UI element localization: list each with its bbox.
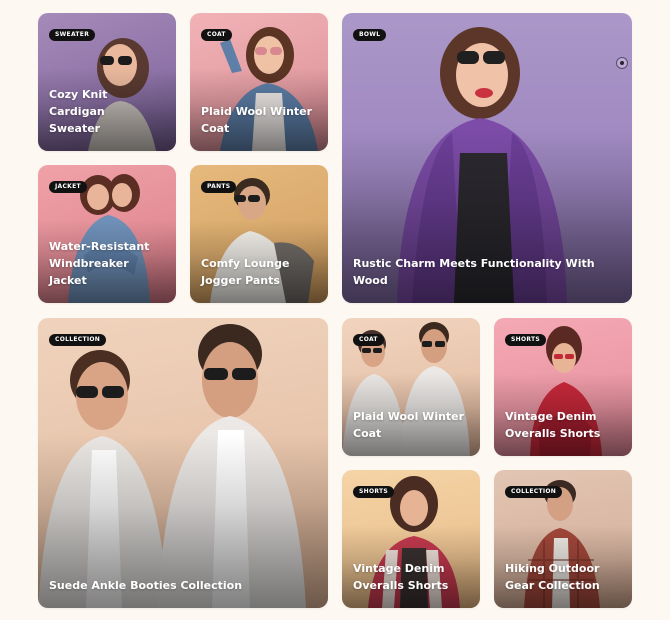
category-tag: PANTS (201, 181, 237, 193)
category-tag: COLLECTION (505, 486, 563, 498)
product-grid: SWEATER Cozy Knit Cardigan Sweater COAT … (0, 0, 670, 620)
card-title-line: Overalls Shorts (353, 579, 449, 592)
card-title-line: Rustic Charm Meets Functionality With Wo… (353, 257, 595, 287)
product-card-sweater[interactable]: SWEATER Cozy Knit Cardigan Sweater (38, 13, 176, 151)
category-tag: COLLECTION (49, 334, 107, 346)
category-tag: JACKET (49, 181, 87, 193)
card-title-line: Vintage Denim (505, 410, 597, 423)
card-title: Water-Resistant Windbreaker Jacket (49, 238, 166, 289)
card-title-line: Windbreaker Jacket (49, 257, 129, 287)
card-title: Hiking Outdoor Gear Collection (505, 560, 622, 594)
card-title: Plaid Wool Winter Coat (201, 103, 318, 137)
product-card-collection-featured[interactable]: COLLECTION Suede Ankle Booties Collectio… (38, 318, 328, 608)
category-tag: SHORTS (353, 486, 395, 498)
category-tag: SHORTS (505, 334, 547, 346)
card-title: Comfy Lounge Jogger Pants (201, 255, 318, 289)
card-title-line: Cozy Knit Cardigan (49, 88, 108, 118)
card-title-line: Suede Ankle Booties Collection (49, 579, 243, 592)
card-title-line: Vintage Denim (353, 562, 445, 575)
card-title: Vintage Denim Overalls Shorts (505, 408, 622, 442)
product-card-coat[interactable]: COAT Plaid Wool Winter Coat (190, 13, 328, 151)
product-card-shorts[interactable]: SHORTS Vintage Denim Overalls Shorts (494, 318, 632, 456)
card-title-line: Coat (353, 427, 382, 440)
product-card-jacket[interactable]: JACKET Water-Resistant Windbreaker Jacke… (38, 165, 176, 303)
card-title: Cozy Knit Cardigan Sweater (49, 86, 166, 137)
product-card-collection-2[interactable]: COLLECTION Hiking Outdoor Gear Collectio… (494, 470, 632, 608)
category-tag: SWEATER (49, 29, 96, 41)
radio-dot-icon[interactable] (616, 57, 628, 69)
card-title: Suede Ankle Booties Collection (49, 577, 318, 594)
card-title-line: Jogger Pants (201, 274, 280, 287)
card-title: Plaid Wool Winter Coat (353, 408, 470, 442)
card-title-line: Overalls Shorts (505, 427, 601, 440)
category-tag: COAT (201, 29, 232, 41)
card-title: Vintage Denim Overalls Shorts (353, 560, 470, 594)
card-title-line: Hiking Outdoor (505, 562, 600, 575)
card-title-line: Water-Resistant (49, 240, 150, 253)
card-title-line: Plaid Wool Winter (353, 410, 465, 423)
card-title-line: Sweater (49, 122, 101, 135)
category-tag: BOWL (353, 29, 387, 41)
card-title-line: Plaid Wool Winter (201, 105, 313, 118)
card-title: Rustic Charm Meets Functionality With Wo… (353, 255, 622, 289)
product-card-bowl-featured[interactable]: BOWL Rustic Charm Meets Functionality Wi… (342, 13, 632, 303)
product-card-shorts-2[interactable]: SHORTS Vintage Denim Overalls Shorts (342, 470, 480, 608)
card-title-line: Comfy Lounge (201, 257, 290, 270)
card-title-line: Gear Collection (505, 579, 600, 592)
product-card-coat-2[interactable]: COAT Plaid Wool Winter Coat (342, 318, 480, 456)
card-title-line: Coat (201, 122, 230, 135)
product-card-pants[interactable]: PANTS Comfy Lounge Jogger Pants (190, 165, 328, 303)
category-tag: COAT (353, 334, 384, 346)
